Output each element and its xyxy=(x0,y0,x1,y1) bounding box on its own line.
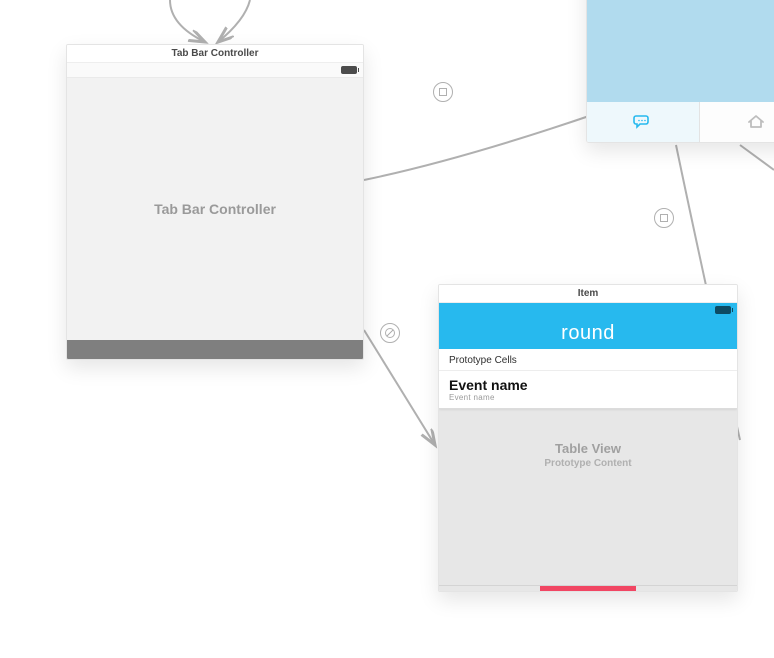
item-scene[interactable]: Item round Prototype Cells Event name Ev… xyxy=(438,284,738,592)
tab-bar-controller-scene[interactable]: Tab Bar Controller Tab Bar Controller xyxy=(66,44,364,360)
nav-title: round xyxy=(561,322,615,345)
tab-home[interactable] xyxy=(700,102,774,142)
table-view-placeholder-area: Table View Prototype Content xyxy=(439,409,737,585)
controller-placeholder-label: Tab Bar Controller xyxy=(154,201,276,217)
segue-badge-relationship-1 xyxy=(433,82,453,102)
table-view-body: Table View Prototype Content xyxy=(587,0,774,102)
tab-bar xyxy=(67,340,363,360)
button-row xyxy=(439,585,737,592)
prototype-cell[interactable]: Event name Event name xyxy=(439,371,737,409)
primary-button[interactable] xyxy=(540,585,636,592)
table-view-subtitle: Prototype Content xyxy=(544,458,631,469)
scene-title: Item xyxy=(439,285,737,303)
prototype-cells-label: Prototype Cells xyxy=(439,349,737,371)
cell-title: Event name xyxy=(449,377,727,393)
navigation-bar: round xyxy=(439,317,737,349)
status-bar xyxy=(67,63,363,78)
scene-body: Tab Bar Controller xyxy=(67,78,363,340)
tab-bar xyxy=(587,102,774,142)
battery-icon xyxy=(715,306,731,314)
status-bar xyxy=(439,303,737,317)
cell-subtitle: Event name xyxy=(449,393,727,402)
tab-chat[interactable] xyxy=(587,102,700,142)
scene-title: Tab Bar Controller xyxy=(67,45,363,63)
home-icon xyxy=(746,114,766,130)
segue-badge-show xyxy=(380,323,400,343)
segue-badge-relationship-2 xyxy=(654,208,674,228)
table-view-title: Table View xyxy=(555,441,621,456)
battery-icon xyxy=(341,66,357,74)
chat-icon xyxy=(633,114,653,130)
table-view-scene[interactable]: Table View Prototype Content xyxy=(586,0,774,143)
